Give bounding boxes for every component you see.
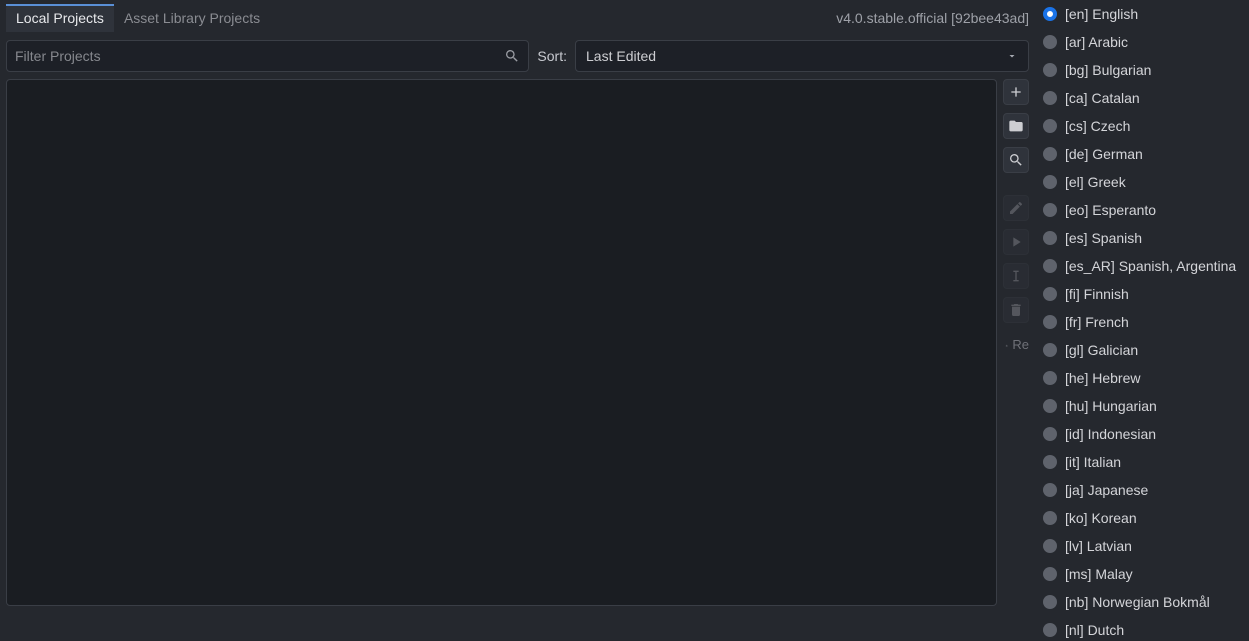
radio-icon [1043,623,1057,637]
language-label: [en] English [1065,6,1138,22]
radio-icon [1043,259,1057,273]
radio-icon [1043,287,1057,301]
filter-input[interactable] [15,48,504,64]
radio-icon [1043,175,1057,189]
search-icon [1008,152,1024,168]
language-option[interactable]: [de] German [1043,140,1245,168]
sort-dropdown[interactable]: Last Edited [575,40,1029,72]
new-project-button[interactable] [1003,79,1029,105]
radio-icon [1043,203,1057,217]
language-option[interactable]: [it] Italian [1043,448,1245,476]
language-option[interactable]: [ms] Malay [1043,560,1245,588]
remove-button [1003,297,1029,323]
play-icon [1008,234,1024,250]
language-label: [ms] Malay [1065,566,1133,582]
language-option[interactable]: [ko] Korean [1043,504,1245,532]
radio-icon [1043,343,1057,357]
language-label: [nb] Norwegian Bokmål [1065,594,1210,610]
language-label: [es] Spanish [1065,230,1142,246]
language-option[interactable]: [el] Greek [1043,168,1245,196]
rename-icon [1008,268,1024,284]
language-option[interactable]: [gl] Galician [1043,336,1245,364]
radio-icon [1043,539,1057,553]
radio-icon [1043,371,1057,385]
language-label: [eo] Esperanto [1065,202,1156,218]
radio-icon [1043,427,1057,441]
language-label: [el] Greek [1065,174,1126,190]
search-icon [504,48,520,64]
radio-icon [1043,35,1057,49]
language-option[interactable]: [cs] Czech [1043,112,1245,140]
language-option[interactable]: [ar] Arabic [1043,28,1245,56]
language-label: [bg] Bulgarian [1065,62,1151,78]
language-label: [hu] Hungarian [1065,398,1157,414]
radio-icon [1043,147,1057,161]
radio-icon [1043,483,1057,497]
sort-selected-value: Last Edited [586,48,656,64]
pencil-icon [1008,200,1024,216]
language-option[interactable]: [es_AR] Spanish, Argentina [1043,252,1245,280]
language-option[interactable]: [nb] Norwegian Bokmål [1043,588,1245,616]
language-label: [ja] Japanese [1065,482,1148,498]
language-option[interactable]: [hu] Hungarian [1043,392,1245,420]
scan-button[interactable] [1003,147,1029,173]
language-label: [cs] Czech [1065,118,1130,134]
language-option[interactable]: [bg] Bulgarian [1043,56,1245,84]
language-label: [gl] Galician [1065,342,1138,358]
broom-icon [1005,338,1008,352]
language-option[interactable]: [eo] Esperanto [1043,196,1245,224]
run-button [1003,229,1029,255]
language-option[interactable]: [en] English [1043,0,1245,28]
folder-icon [1008,118,1024,134]
plus-icon [1008,84,1024,100]
language-option[interactable]: [ja] Japanese [1043,476,1245,504]
rename-button [1003,263,1029,289]
radio-icon [1043,7,1057,21]
language-option[interactable]: [ca] Catalan [1043,84,1245,112]
tab-local-projects[interactable]: Local Projects [6,4,114,32]
radio-icon [1043,399,1057,413]
radio-icon [1043,595,1057,609]
language-label: [it] Italian [1065,454,1121,470]
language-option[interactable]: [fi] Finnish [1043,280,1245,308]
language-option[interactable]: [id] Indonesian [1043,420,1245,448]
language-dropdown-panel[interactable]: [en] English [ar] Arabic [bg] Bulgarian [ca… [1035,0,1249,641]
language-label: [ca] Catalan [1065,90,1140,106]
import-project-button[interactable] [1003,113,1029,139]
radio-icon [1043,231,1057,245]
version-label: v4.0.stable.official [92bee43ad] [836,10,1029,26]
filter-projects-field[interactable] [6,40,529,72]
language-label: [fr] French [1065,314,1129,330]
language-label: [lv] Latvian [1065,538,1132,554]
chevron-down-icon [1006,50,1018,62]
radio-icon [1043,455,1057,469]
language-option[interactable]: [lv] Latvian [1043,532,1245,560]
radio-icon [1043,315,1057,329]
tab-asset-library[interactable]: Asset Library Projects [114,4,270,32]
language-option[interactable]: [he] Hebrew [1043,364,1245,392]
project-list-area [6,79,997,606]
language-label: [ko] Korean [1065,510,1137,526]
language-option[interactable]: [es] Spanish [1043,224,1245,252]
language-label: [id] Indonesian [1065,426,1156,442]
language-label: [nl] Dutch [1065,622,1124,638]
radio-icon [1043,119,1057,133]
language-label: [de] German [1065,146,1143,162]
remove-missing-button: Re [1003,337,1029,352]
language-label: [fi] Finnish [1065,286,1129,302]
radio-icon [1043,511,1057,525]
language-label: [he] Hebrew [1065,370,1140,386]
trash-icon [1008,302,1024,318]
edit-button [1003,195,1029,221]
radio-icon [1043,567,1057,581]
language-label: [ar] Arabic [1065,34,1128,50]
language-label: [es_AR] Spanish, Argentina [1065,258,1236,274]
language-option[interactable]: [nl] Dutch [1043,616,1245,641]
radio-icon [1043,63,1057,77]
sort-label: Sort: [537,48,567,64]
language-option[interactable]: [fr] French [1043,308,1245,336]
radio-icon [1043,91,1057,105]
